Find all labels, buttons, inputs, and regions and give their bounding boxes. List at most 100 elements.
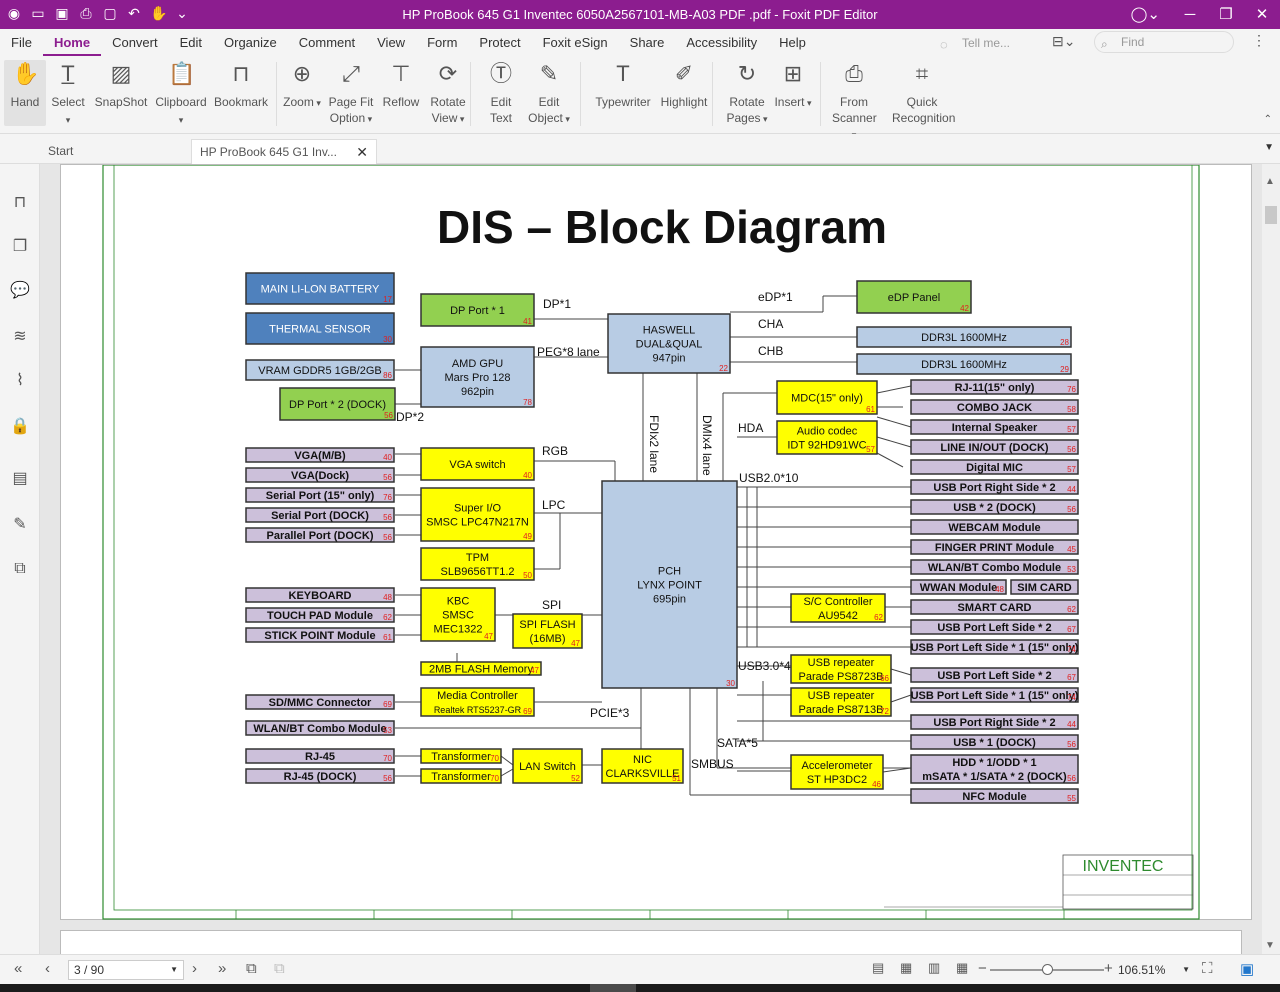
zoom-level[interactable]: 106.51% ▼ [1118,960,1194,980]
comments-panel-icon[interactable]: 💬 [10,280,30,302]
menu-comment[interactable]: Comment [288,29,366,56]
pages-panel-icon[interactable]: ❐ [10,236,30,258]
page-number-input[interactable]: 3 / 90 ▼ [68,960,184,980]
ribbon-edit-object-button[interactable]: ✎ Edit Object ▾ [522,60,576,127]
lightbulb-icon: ◌ [940,37,948,52]
compare-panel-icon[interactable]: ⧉ [10,558,30,580]
ribbon-separator [712,62,713,126]
ribbon-rotate-pages-button[interactable]: ↻ Rotate Pages ▾ [720,60,774,127]
menu-organize[interactable]: Organize [213,29,288,56]
ribbon-snapshot-button[interactable]: ▨ SnapShot [90,60,152,110]
menu-home[interactable]: Home [42,29,102,56]
tab-document[interactable]: HP ProBook 645 G1 Inv... ✕ [191,139,377,164]
menu-edit[interactable]: Edit [169,29,213,56]
page-ref: 74 [1067,693,1076,702]
block-label: Accelerometer [802,760,873,772]
page-ref: 76 [383,493,392,502]
ribbon-reflow-button[interactable]: ⊤ Reflow [378,60,424,110]
layers-panel-icon[interactable]: ≋ [10,326,30,348]
ribbon-insert-button[interactable]: ⊞ Insert ▾ [772,60,814,111]
user-account-icon[interactable]: ◯⌄ [1131,5,1160,23]
close-button[interactable]: ✕ [1244,0,1280,29]
ribbon-highlight-button[interactable]: ✐ Highlight [658,60,710,110]
ribbon-quick-recognition-button[interactable]: ⌗ Quick Recognition [892,60,955,126]
scroll-up-icon[interactable]: ▲ [1265,176,1275,187]
bookmark-panel-icon[interactable]: ⊓ [10,192,30,214]
zoom-dropdown-icon[interactable]: ▼ [1182,960,1190,980]
dropdown-arrow-icon: ▾ [562,114,570,124]
menu-help[interactable]: Help [768,29,817,56]
menu-protect[interactable]: Protect [468,29,531,56]
restore-button[interactable]: ❐ [1208,0,1244,29]
document-tabs: Start HP ProBook 645 G1 Inv... ✕ ▼ [0,134,1280,164]
next-page-icon[interactable]: › [192,960,197,977]
menu-foxit-esign[interactable]: Foxit eSign [532,29,619,56]
minimize-button[interactable]: ─ [1172,0,1208,29]
fullscreen-icon[interactable]: ⛶ [1202,960,1213,977]
tab-start[interactable]: Start [40,139,190,164]
scroll-down-icon[interactable]: ▼ [1265,940,1275,951]
more-options-icon[interactable]: ⋮ [1252,32,1266,49]
zoom-out-icon[interactable]: − [978,960,987,977]
page-ref: 49 [523,532,532,541]
tell-me-search[interactable]: ◌ Tell me... [934,33,1026,53]
security-panel-icon[interactable]: 🔒 [10,416,30,438]
collapse-ribbon-icon[interactable]: ⌃ [1264,114,1272,125]
page-dropdown-icon[interactable]: ▼ [170,961,178,979]
ribbon-select-button[interactable]: T̲ Select ▾ [48,60,88,128]
single-page-icon[interactable]: ▤ [872,960,884,976]
page-fit-icon: ⤢ [342,61,360,86]
page-ref: 61 [383,633,392,642]
menu-convert[interactable]: Convert [101,29,169,56]
previous-page-icon[interactable]: ‹ [45,960,50,977]
find-input[interactable]: ⌕ Find [1094,31,1234,53]
scroll-thumb[interactable] [1265,206,1277,224]
dropdown-arrow-icon: ▾ [760,114,768,124]
block-audio: Audio codec IDT 92HD91WC 57 [776,420,878,455]
previous-view-icon[interactable]: ⧉ [246,960,257,977]
system-taskbar [0,984,1280,992]
vertical-scrollbar[interactable]: ▲ ▼ [1262,164,1280,954]
block-label: COMBO JACK [957,402,1032,414]
block-sdmmc: SD/MMC Connector 69 [245,694,395,710]
feedback-icon[interactable]: ▣ [1240,960,1254,978]
zoom-slider[interactable] [990,964,1104,975]
facing-page-icon[interactable]: ▥ [928,960,940,976]
block-label: Super I/O [454,502,502,514]
block-label: USB * 2 (DOCK) [953,502,1036,514]
continuous-page-icon[interactable]: ▦ [900,960,912,976]
dropdown-arrow-icon: ▾ [457,114,465,124]
menu-share[interactable]: Share [619,29,676,56]
menu-accessibility[interactable]: Accessibility [675,29,768,56]
block-thermal: THERMAL SENSOR 30 [245,312,395,345]
tab-list-icon[interactable]: ▼ [1264,142,1274,153]
ribbon-from-scanner-button[interactable]: ⎙From Scanner ▾ [832,60,877,143]
content-panel-icon[interactable]: ▤ [10,468,30,490]
ribbon-zoom-button[interactable]: ⊕ Zoom ▾ [280,60,324,111]
zoom-in-icon[interactable]: + [1104,960,1113,977]
last-page-icon[interactable]: » [218,960,226,977]
search-options-icon[interactable]: ⊟⌄ [1052,33,1075,50]
attachments-panel-icon[interactable]: ⌇ [10,370,30,392]
bus-label-dmi: DMIx4 lane [700,415,714,476]
ribbon-bookmark-button[interactable]: ⊓ Bookmark [210,60,272,110]
ribbon-page-fit-option-button[interactable]: ⤢ Page Fit Option ▾ [326,60,376,127]
first-page-icon[interactable]: « [14,960,22,977]
ribbon-hand-button[interactable]: ✋ Hand [4,60,46,126]
ribbon-rotate-view-button[interactable]: ⟳ Rotate View ▾ [424,60,472,127]
continuous-facing-icon[interactable]: ▦ [956,960,968,976]
signature-panel-icon[interactable]: ✎ [10,514,30,536]
ribbon-edit-text-button[interactable]: Ⓣ Edit Text [480,60,522,126]
ribbon-typewriter-button[interactable]: T Typewriter [590,60,656,110]
menu-view[interactable]: View [366,29,416,56]
block-serialdock: Serial Port (DOCK) 56 [245,507,395,523]
close-tab-icon[interactable]: ✕ [356,140,368,165]
menu-form[interactable]: Form [416,29,468,56]
ribbon-clipboard-button[interactable]: 📋 Clipboard ▾ [154,60,208,128]
menu-file[interactable]: File [0,29,43,56]
taskbar-active-app[interactable] [590,984,636,992]
page-number-value: 3 / 90 [74,963,105,977]
document-view[interactable]: DIS – Block Diagram MAIN LI-LON BATTERY 17… [40,164,1262,954]
next-view-icon[interactable]: ⧉ [274,960,285,977]
zoom-slider-knob[interactable] [1042,964,1053,975]
